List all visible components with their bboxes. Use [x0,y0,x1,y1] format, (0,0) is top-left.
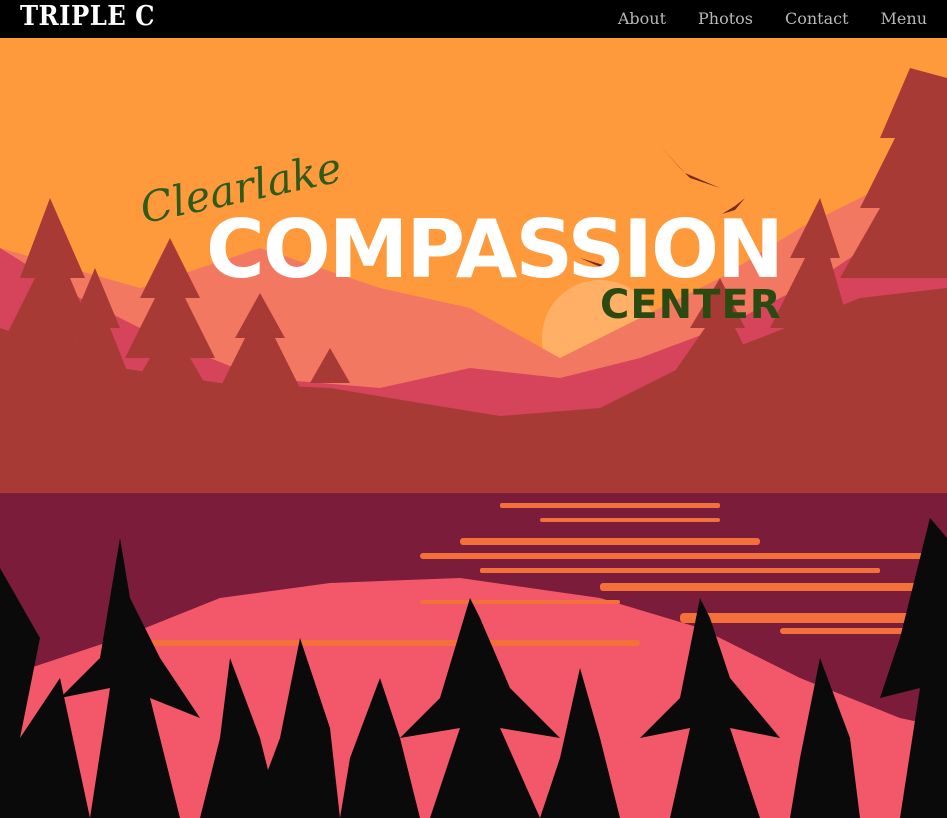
logo-sub-text: CENTER [600,282,782,328]
nav-link-menu[interactable]: Menu [881,9,927,28]
top-navbar: TRIPLE C About Photos Contact Menu [0,0,947,38]
nav-links: About Photos Contact Menu [586,0,927,38]
brand-logo-link[interactable]: TRIPLE C [20,0,155,34]
hero-logo: Clearlake COMPASSION CENTER [0,38,947,818]
nav-link-photos[interactable]: Photos [698,9,753,28]
hero-banner: Clearlake COMPASSION CENTER [0,38,947,818]
logo-main-text: COMPASSION [206,203,784,296]
nav-link-about[interactable]: About [618,9,666,28]
nav-link-contact[interactable]: Contact [785,9,849,28]
